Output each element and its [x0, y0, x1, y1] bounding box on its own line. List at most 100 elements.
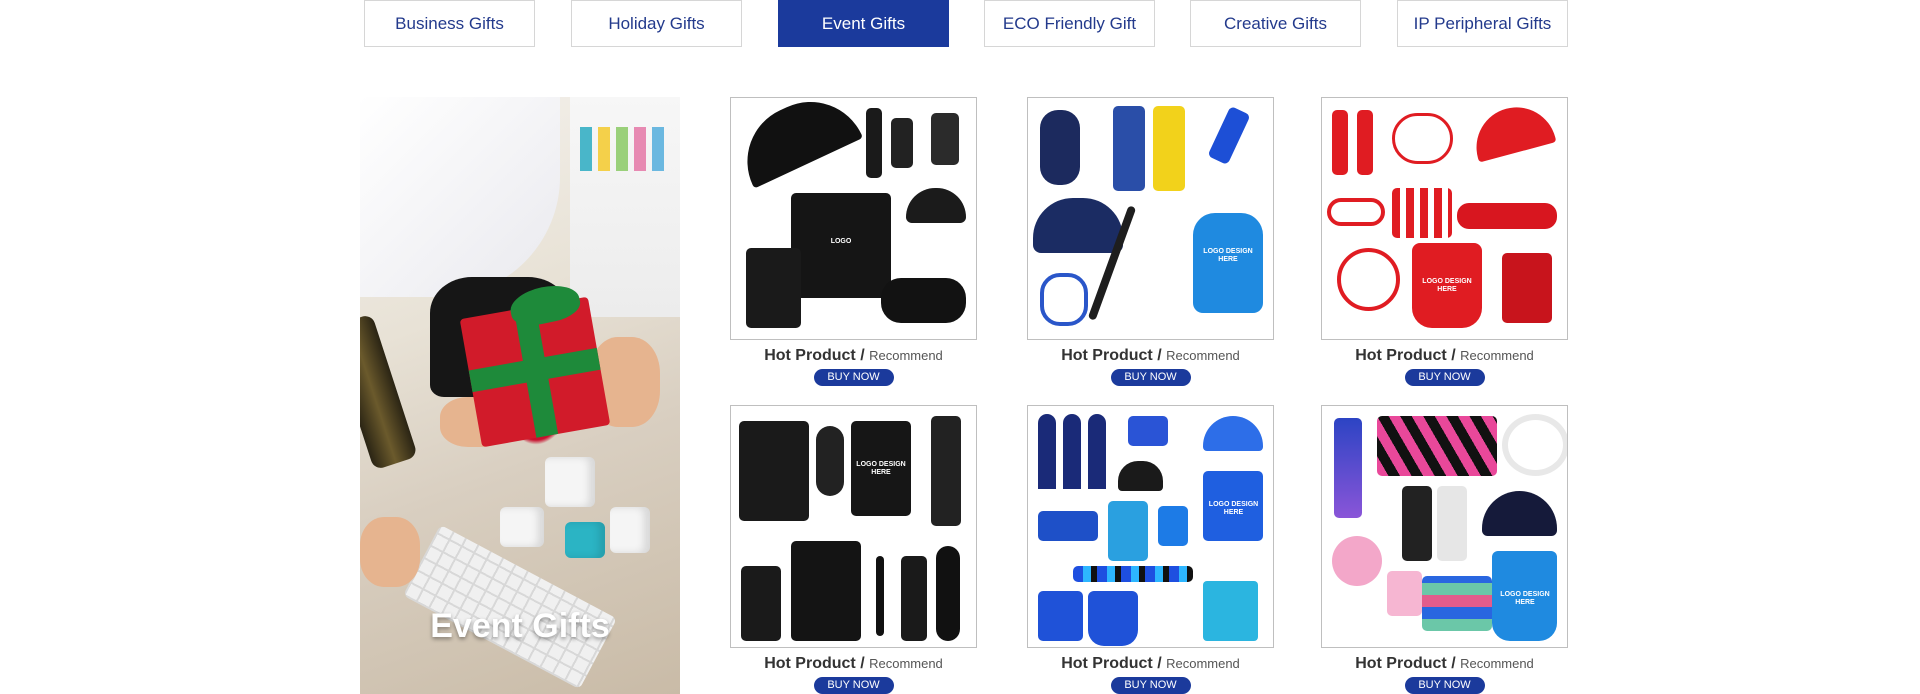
- recommend-label: Recommend: [1460, 656, 1534, 671]
- event-gifts-hero-image[interactable]: Event Gifts: [360, 97, 680, 694]
- folding-chair-graphic: [1203, 581, 1258, 641]
- logo-text: LOGO DESIGN HERE: [856, 461, 906, 476]
- fan-graphic: [1332, 536, 1382, 586]
- flag-graphic: [1063, 414, 1081, 489]
- dry-bag-graphic: [1108, 501, 1148, 561]
- sleeve-graphic: [1357, 110, 1373, 175]
- umbrella-graphic: [1203, 416, 1263, 451]
- tote-bag-graphic: [746, 248, 801, 328]
- sports-bottle-graphic: [1402, 486, 1432, 561]
- tote-bag-graphic: [1038, 591, 1083, 641]
- product-image-red-kit[interactable]: LOGO DESIGN HERE: [1321, 97, 1568, 340]
- product-caption: Hot Product / Recommend: [1027, 347, 1274, 365]
- product-caption: Hot Product / Recommend: [1027, 655, 1274, 673]
- tab-business-gifts[interactable]: Business Gifts: [364, 0, 535, 47]
- cable-graphic: [1337, 248, 1400, 311]
- buy-now-button[interactable]: BUY NOW: [1110, 677, 1191, 694]
- hot-product-label: Hot Product /: [1061, 347, 1162, 364]
- shaker-bottle-graphic: [1437, 486, 1467, 561]
- product-card: LOGO DESIGN HERE Hot Product / Recommend…: [730, 405, 977, 694]
- product-card: LOGO DESIGN HERE Hot Product / Recommend…: [1027, 97, 1274, 386]
- logo-text: LOGO DESIGN HERE: [1500, 591, 1550, 606]
- water-bottle-graphic: [1334, 418, 1362, 518]
- umbrella-graphic: [1467, 98, 1557, 163]
- towels-graphic: [1422, 576, 1492, 631]
- bucket-hat-graphic: [1033, 198, 1123, 253]
- recommend-label: Recommend: [1166, 348, 1240, 363]
- notebook-graphic: [791, 541, 861, 641]
- carabiner-graphic: [1040, 273, 1088, 326]
- slippers-graphic: [1128, 416, 1168, 446]
- recommend-label: Recommend: [1460, 348, 1534, 363]
- flask-graphic: [891, 118, 913, 168]
- straps-graphic: [1377, 416, 1497, 476]
- logo-text: LOGO: [830, 238, 852, 245]
- product-caption: Hot Product / Recommend: [1321, 655, 1568, 673]
- hot-product-label: Hot Product /: [764, 655, 865, 672]
- neck-pillow-graphic: [1040, 110, 1080, 185]
- tab-eco-friendly-gift[interactable]: ECO Friendly Gift: [984, 0, 1155, 47]
- logo-text: LOGO DESIGN HERE: [1203, 248, 1253, 263]
- tab-ip-peripheral-gifts[interactable]: IP Peripheral Gifts: [1397, 0, 1568, 47]
- wristbands-graphic: [1073, 566, 1193, 582]
- product-image-sports-kit[interactable]: LOGO DESIGN HERE: [1321, 405, 1568, 648]
- hand: [360, 517, 420, 587]
- buy-now-button[interactable]: BUY NOW: [813, 677, 894, 694]
- tumbler-graphic: [741, 566, 781, 641]
- cap-graphic: [1118, 461, 1163, 491]
- pencil-case-graphic: [816, 426, 844, 496]
- mugs-graphic: [1038, 511, 1098, 541]
- wristband-graphic: [1327, 198, 1385, 226]
- recommend-label: Recommend: [1166, 656, 1240, 671]
- logo-text: LOGO DESIGN HERE: [1422, 278, 1472, 293]
- hot-product-label: Hot Product /: [764, 347, 865, 364]
- product-image-blue-kit[interactable]: LOGO DESIGN HERE: [1027, 97, 1274, 340]
- cup: [500, 507, 544, 547]
- cup: [610, 507, 650, 553]
- flag-graphic: [1038, 414, 1056, 489]
- tumbler-graphic: [931, 113, 959, 165]
- keychains-graphic: [1392, 188, 1452, 238]
- umbrella-graphic: [731, 98, 864, 189]
- flag-graphic: [1088, 414, 1106, 489]
- flashlight-graphic: [1207, 105, 1251, 166]
- product-image-black-kit[interactable]: LOGO: [730, 97, 977, 340]
- tab-event-gifts[interactable]: Event Gifts: [778, 0, 949, 47]
- product-image-office-kit[interactable]: LOGO DESIGN HERE: [730, 405, 977, 648]
- category-tabs: Business Gifts Holiday Gifts Event Gifts…: [360, 0, 1568, 49]
- recommend-label: Recommend: [869, 656, 943, 671]
- water-bottle-graphic: [1113, 106, 1145, 191]
- neck-fan-graphic: [1502, 414, 1567, 476]
- shelf-decoration: [570, 97, 680, 317]
- sleeve-graphic: [1332, 110, 1348, 175]
- champagne-bottle: [360, 313, 419, 471]
- notebook-graphic: [1502, 253, 1552, 323]
- product-caption: Hot Product / Recommend: [730, 347, 977, 365]
- drawstring-bag-graphic: [1088, 591, 1138, 646]
- duffel-bag-graphic: [881, 278, 966, 323]
- umbrella-graphic: [936, 546, 960, 641]
- sunglasses-graphic: [1457, 203, 1557, 229]
- cap-graphic: [1482, 491, 1557, 536]
- tab-creative-gifts[interactable]: Creative Gifts: [1190, 0, 1361, 47]
- recommend-label: Recommend: [869, 348, 943, 363]
- yellow-bottle-graphic: [1153, 106, 1185, 191]
- buy-now-button[interactable]: BUY NOW: [1110, 369, 1191, 386]
- hero-label: Event Gifts: [430, 607, 610, 645]
- buy-now-button[interactable]: BUY NOW: [1404, 369, 1485, 386]
- product-caption: Hot Product / Recommend: [730, 655, 977, 673]
- hot-product-label: Hot Product /: [1061, 655, 1162, 672]
- product-caption: Hot Product / Recommend: [1321, 347, 1568, 365]
- hot-product-label: Hot Product /: [1355, 347, 1456, 364]
- product-card: LOGO DESIGN HERE Hot Product / Recommend…: [1027, 405, 1274, 694]
- bottle-graphic: [901, 556, 927, 641]
- buy-now-button[interactable]: BUY NOW: [813, 369, 894, 386]
- product-card: LOGO Hot Product / Recommend BUY NOW: [730, 97, 977, 386]
- shirt-sleeve: [360, 97, 560, 297]
- tab-holiday-gifts[interactable]: Holiday Gifts: [571, 0, 742, 47]
- buy-now-button[interactable]: BUY NOW: [1404, 677, 1485, 694]
- hot-product-label: Hot Product /: [1355, 655, 1456, 672]
- cup: [545, 457, 595, 507]
- pink-fan-graphic: [1387, 571, 1422, 616]
- product-image-event-kit[interactable]: LOGO DESIGN HERE: [1027, 405, 1274, 648]
